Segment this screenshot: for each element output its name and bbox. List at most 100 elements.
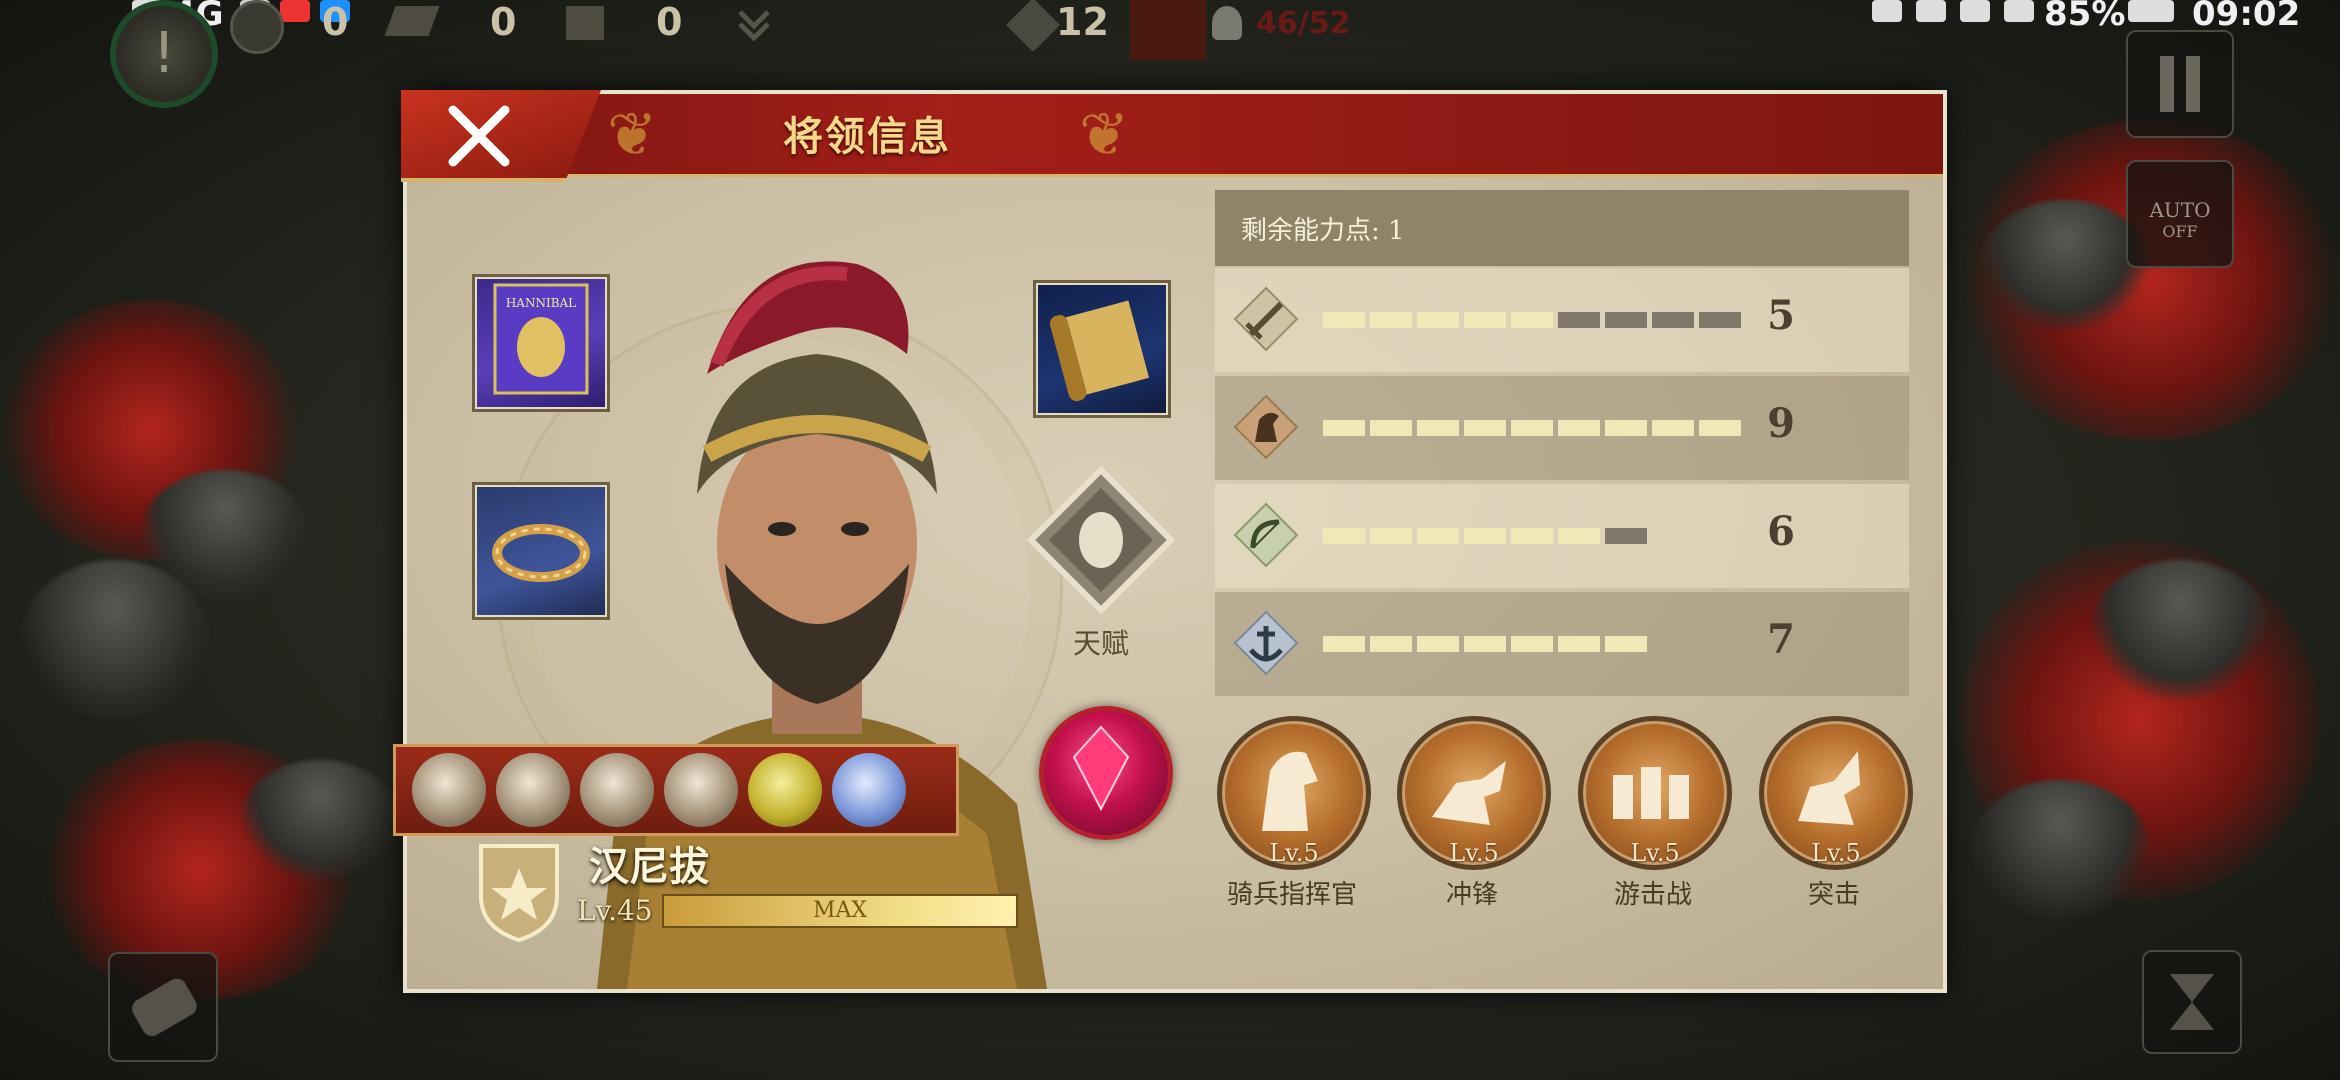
skill-assault[interactable]: Lv.5 突击 [1759, 716, 1913, 911]
stat-row-cavalry: 9 [1215, 376, 1909, 480]
skill-level: Lv.5 [1811, 839, 1861, 867]
stat-bar-segment [1605, 312, 1647, 328]
skill-name: 突击 [1807, 880, 1860, 910]
skill-charge[interactable]: Lv.5 冲锋 [1397, 716, 1551, 911]
rank-medal-icon [412, 753, 486, 827]
skill-name: 游击战 [1613, 880, 1692, 910]
stat-bar-segment [1511, 528, 1553, 544]
scroll-icon [566, 6, 604, 40]
stat-value-naval: 7 [1767, 616, 1795, 663]
population-icon [1212, 6, 1242, 40]
horse-icon [1233, 394, 1299, 460]
xp-bar: MAX [662, 894, 1018, 928]
auto-state: OFF [2162, 222, 2198, 241]
stat-bar-segment [1464, 528, 1506, 544]
stat-bar-segment [1558, 420, 1600, 436]
turn-counter: 12 [1056, 0, 1109, 44]
stat-bar-segment [1605, 420, 1647, 436]
stat-row-attack: 5 [1215, 268, 1909, 372]
general-info-modal: ❦ 将领信息 ❦ HANNIBAL 天赋 汉尼拔 Lv.45 MAX 剩余能力点… [393, 90, 1947, 993]
rank-shield-icon [479, 844, 559, 943]
rank-medal-gold-icon [748, 753, 822, 827]
ruby-gem-button[interactable] [1039, 706, 1173, 840]
app-icon-2 [280, 0, 310, 22]
stat-bar-segment [1558, 312, 1600, 328]
stat-bar-segment [1370, 636, 1412, 652]
stat-value-archery: 6 [1767, 508, 1795, 555]
stat-bar-segment [1417, 636, 1459, 652]
chevron-down-icon[interactable] [736, 6, 772, 42]
stat-bar-segment [1511, 420, 1553, 436]
stat-row-archery: 6 [1215, 484, 1909, 588]
stat-bar-segment [1464, 636, 1506, 652]
stat-bar-segment [1652, 420, 1694, 436]
skill-cavalry-commander[interactable]: Lv.5 骑兵指挥官 [1217, 716, 1371, 911]
alert-button[interactable]: ! [110, 0, 218, 108]
counter-1: 0 [322, 0, 349, 44]
scroll-menu-button[interactable] [108, 952, 218, 1062]
remaining-points-label: 剩余能力点: 1 [1241, 216, 1405, 246]
stat-value-attack: 5 [1767, 292, 1795, 339]
assault-icon: Lv.5 [1759, 716, 1913, 870]
stat-bar-segment [1323, 312, 1365, 328]
fire-icon[interactable] [1130, 0, 1206, 60]
anchor-icon [1233, 610, 1299, 676]
stat-bar-segment [1699, 420, 1741, 436]
mute-icon [1960, 0, 1990, 22]
hero-level: Lv.45 [577, 894, 653, 927]
modal-header: ❦ 将领信息 ❦ [407, 94, 1943, 177]
sword-icon [1233, 286, 1299, 352]
stat-bar-segment [1652, 312, 1694, 328]
clock: 09:02 [2192, 0, 2301, 34]
remaining-points-row: 剩余能力点: 1 [1215, 190, 1909, 266]
stat-bar-segment [1558, 528, 1600, 544]
stat-bar-segment [1370, 420, 1412, 436]
skill-level: Lv.5 [1269, 839, 1319, 867]
auto-battle-toggle[interactable]: AUTO OFF [2126, 160, 2234, 268]
horse-head-icon: Lv.5 [1217, 716, 1371, 870]
stat-row-naval: 7 [1215, 592, 1909, 696]
hourglass-icon [2170, 974, 2214, 1030]
hero-name: 汉尼拔 [589, 843, 709, 890]
population-counter: 46/52 [1256, 6, 1351, 41]
xp-label: MAX [812, 898, 868, 923]
laurel-right-icon: ❦ [1079, 100, 1130, 170]
wifi-icon [2004, 0, 2034, 22]
rank-medal-blue-icon [832, 753, 906, 827]
nfc-icon [1916, 0, 1946, 22]
stat-bar-segment [1323, 528, 1365, 544]
skill-level: Lv.5 [1630, 839, 1680, 867]
rank-medal-icon [664, 753, 738, 827]
rank-medal-icon [496, 753, 570, 827]
stat-bar-segment [1417, 420, 1459, 436]
eye-icon [1872, 0, 1902, 22]
battery-icon [2128, 0, 2174, 22]
cavalry-charge-icon: Lv.5 [1397, 716, 1551, 870]
rank-medal-bar [393, 744, 959, 836]
svg-text:!: ! [153, 21, 175, 86]
talent-label: 天赋 [1072, 627, 1129, 660]
skill-skirmish[interactable]: Lv.5 游击战 [1578, 716, 1732, 911]
faction-emblem-icon[interactable] [230, 0, 284, 54]
battery-percent: 85% [2044, 0, 2126, 34]
hourglass-button[interactable] [2142, 950, 2242, 1054]
rank-medal-icon [580, 753, 654, 827]
stat-bar-segment [1323, 420, 1365, 436]
gem-icon [1072, 725, 1130, 812]
stat-bar-segment [1511, 636, 1553, 652]
counter-2: 0 [490, 0, 517, 44]
pause-icon [2160, 56, 2200, 112]
map-scroll-icon [132, 978, 197, 1037]
auto-label: AUTO [2149, 198, 2211, 222]
stat-bar-segment [1417, 312, 1459, 328]
stat-bar-segment [1464, 420, 1506, 436]
stat-value-cavalry: 9 [1767, 400, 1795, 447]
stat-bar-segment [1370, 528, 1412, 544]
pause-button[interactable] [2126, 30, 2234, 138]
talent-button[interactable] [1027, 466, 1175, 614]
counter-3: 0 [656, 0, 683, 44]
close-icon [448, 105, 510, 167]
stat-bar-segment [1558, 636, 1600, 652]
stat-bar-segment [1605, 636, 1647, 652]
stat-bar-segment [1699, 312, 1741, 328]
